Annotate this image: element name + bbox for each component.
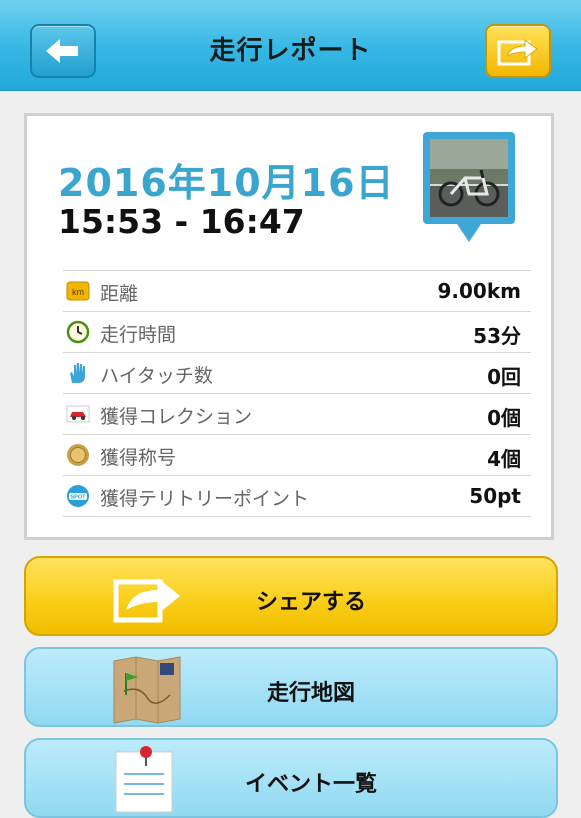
share-button[interactable]: シェアする: [24, 556, 558, 636]
share-label: シェアする: [255, 590, 366, 615]
share-icon: [497, 39, 538, 66]
stat-label: 獲得テリトリーポイント: [100, 488, 310, 510]
event-list-button[interactable]: イベント一覧: [24, 738, 558, 818]
stat-row-territory-points: SPOT 獲得テリトリーポイント 50pt: [63, 475, 531, 517]
stat-value: 0回: [487, 365, 521, 389]
stat-row-collection: 獲得コレクション 0個: [63, 393, 531, 434]
ride-map-button[interactable]: 走行地図: [24, 647, 558, 727]
report-card: 2016年10月16日 15:53 - 16:47 km 距離 9.00km 走…: [24, 113, 554, 540]
car-icon: [66, 405, 90, 423]
stat-row-ride-time: 走行時間 53分: [63, 311, 531, 352]
stat-label: 獲得称号: [100, 447, 177, 469]
clock-icon: [66, 320, 90, 344]
ride-map-label: 走行地図: [266, 681, 355, 706]
svg-text:SPOT: SPOT: [71, 495, 87, 501]
spot-icon: SPOT: [67, 485, 89, 507]
km-icon: km: [66, 281, 90, 301]
stat-value: 0個: [487, 406, 521, 430]
medal-icon: [67, 444, 89, 466]
stat-value: 50pt: [469, 484, 521, 508]
stat-value: 53分: [473, 324, 521, 348]
stat-label: 走行時間: [100, 324, 177, 346]
stat-row-titles: 獲得称号 4個: [63, 434, 531, 475]
report-date: 2016年10月16日: [58, 161, 395, 205]
event-list-label: イベント一覧: [244, 772, 377, 797]
stat-label: 距離: [100, 283, 139, 305]
header-bar: 走行レポート: [0, 0, 581, 91]
ride-photo-pin[interactable]: [421, 130, 517, 250]
stat-label: 獲得コレクション: [100, 406, 253, 428]
stat-value: 9.00km: [437, 279, 522, 303]
stat-row-distance: km 距離 9.00km: [63, 270, 531, 311]
stat-row-high-touch: ハイタッチ数 0回: [63, 352, 531, 393]
stats-list: km 距離 9.00km 走行時間 53分 ハイタッチ数 0回 獲得コレクション…: [63, 270, 531, 517]
stat-label: ハイタッチ数: [100, 365, 213, 387]
hand-icon: [70, 363, 85, 383]
share-header-button[interactable]: [485, 24, 551, 78]
svg-text:km: km: [72, 287, 84, 297]
stat-value: 4個: [487, 447, 521, 471]
report-time-range: 15:53 - 16:47: [58, 202, 305, 241]
